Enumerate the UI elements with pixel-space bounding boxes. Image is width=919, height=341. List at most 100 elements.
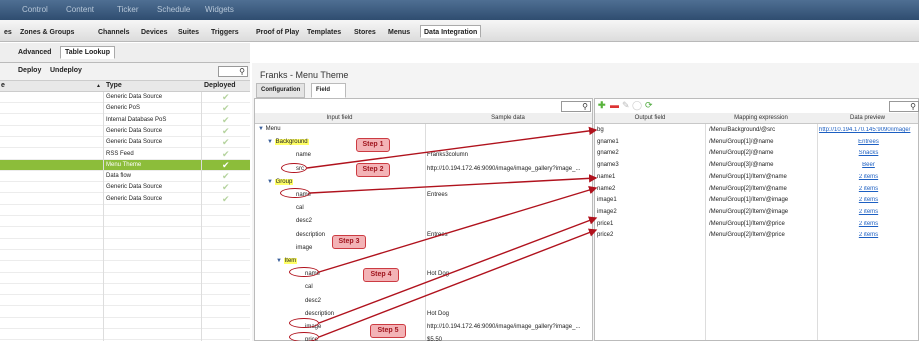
left-search-input[interactable]: ⚲ [218, 66, 248, 77]
expand-toggle-icon[interactable]: ▼ [276, 258, 284, 264]
nav-schedule[interactable]: Schedule [157, 5, 190, 14]
input-field-row[interactable]: name [276, 152, 311, 158]
left-table-row[interactable]: Internal Database PoS ✔ [0, 115, 250, 126]
left-table-row[interactable] [0, 262, 250, 273]
output-field-name[interactable]: gname2 [597, 150, 619, 156]
clear-icon[interactable]: ◯ [632, 100, 642, 111]
input-field-row[interactable]: desc2 [285, 298, 321, 304]
expand-toggle-icon[interactable]: ▼ [267, 179, 275, 185]
header-sample-data[interactable]: Sample data [424, 115, 592, 121]
data-preview-link[interactable]: 2 items [819, 209, 918, 215]
output-field-name[interactable]: price1 [597, 221, 613, 227]
output-field-name[interactable]: gname1 [597, 139, 619, 145]
left-table-row[interactable]: Generic PoS ✔ [0, 103, 250, 115]
input-field-row[interactable]: ▼ Group [267, 178, 294, 185]
mapping-expression[interactable]: /Menu/Group[2]/Item/@price [709, 232, 785, 238]
input-field-row[interactable]: description [276, 232, 325, 238]
left-table-row[interactable] [0, 329, 250, 341]
mapping-expression[interactable]: /Menu/Group[1]/Item/@image [709, 197, 788, 203]
left-table-row[interactable]: Generic Data Source ✔ [0, 137, 250, 149]
output-field-name[interactable]: image1 [597, 197, 617, 203]
data-preview-link[interactable]: Entrees [819, 139, 918, 145]
subnav-templates[interactable]: Templates [303, 25, 345, 38]
left-table-row[interactable] [0, 318, 250, 329]
nav-ticker[interactable]: Ticker [117, 5, 138, 14]
subnav-channels[interactable]: Channels [94, 25, 134, 38]
mapping-expression[interactable]: /Menu/Group[1]/@name [709, 139, 773, 145]
left-table-row[interactable] [0, 239, 250, 250]
nav-control[interactable]: Control [22, 5, 48, 14]
subnav-suites[interactable]: Suites [174, 25, 203, 38]
tab-advanced[interactable]: Advanced [18, 49, 51, 56]
header-type[interactable]: Type [106, 82, 122, 89]
left-table-row[interactable]: RSS Feed ✔ [0, 149, 250, 160]
header-data-preview[interactable]: Data preview [817, 115, 918, 121]
output-field-name[interactable]: name2 [597, 186, 615, 192]
output-search-input[interactable]: ⚲ [889, 101, 919, 112]
input-field-row[interactable]: ▼ Item [276, 258, 298, 264]
mapping-expression[interactable]: /Menu/Background/@src [709, 127, 775, 133]
header-deployed[interactable]: Deployed [204, 82, 236, 89]
subnav-stores[interactable]: Stores [350, 25, 380, 38]
input-field-row[interactable]: image [276, 245, 312, 251]
left-table-row[interactable]: Generic Data Source ✔ [0, 194, 250, 205]
mapping-expression[interactable]: /Menu/Group[2]/Item/@name [709, 186, 787, 192]
data-preview-link[interactable]: 2 items [819, 174, 918, 180]
left-table-row[interactable]: Generic Data Source ✔ [0, 182, 250, 194]
left-table-row[interactable]: Generic Data Source ✔ [0, 92, 250, 103]
tab-configuration[interactable]: Configuration [256, 83, 306, 98]
edit-icon[interactable]: ✎ [622, 100, 630, 111]
tab-field-mapping[interactable]: Field mapping [311, 83, 346, 106]
input-field-row[interactable]: ▼ Menu [258, 126, 281, 132]
output-field-name[interactable]: image2 [597, 209, 617, 215]
expand-toggle-icon[interactable]: ▼ [258, 126, 266, 132]
left-table-row[interactable] [0, 228, 250, 239]
left-table-row[interactable] [0, 284, 250, 296]
data-preview-link[interactable]: 2 items [819, 197, 918, 203]
expand-toggle-icon[interactable]: ▼ [267, 139, 275, 145]
tab-table-lookup[interactable]: Table Lookup [60, 46, 115, 59]
subnav-menus[interactable]: Menus [384, 25, 414, 38]
left-table-row[interactable] [0, 307, 250, 318]
nav-widgets[interactable]: Widgets [205, 5, 234, 14]
output-field-name[interactable]: gname3 [597, 162, 619, 168]
mapping-expression[interactable]: /Menu/Group[2]/@name [709, 150, 773, 156]
input-field-row[interactable]: ▼ Background [267, 139, 309, 146]
output-field-name[interactable]: price2 [597, 232, 613, 238]
subnav-zones-groups[interactable]: Zones & Groups [16, 25, 78, 38]
left-table-row[interactable] [0, 273, 250, 284]
subnav-proof-of-play[interactable]: Proof of Play [252, 25, 303, 38]
mapping-expression[interactable]: /Menu/Group[3]/@name [709, 162, 773, 168]
data-preview-link[interactable]: Beer [819, 162, 918, 168]
left-table-row[interactable]: Data flow ✔ [0, 171, 250, 183]
subnav-triggers[interactable]: Triggers [207, 25, 243, 38]
header-output-field[interactable]: Output field [595, 115, 705, 121]
data-preview-link[interactable]: http://10.194.170.145:9090/image/ [819, 127, 918, 133]
left-table-row[interactable] [0, 295, 250, 307]
input-field-row[interactable]: cal [276, 205, 304, 211]
left-table-row[interactable] [0, 250, 250, 262]
left-table-row[interactable]: Generic Data Source ✔ [0, 126, 250, 137]
undeploy-button[interactable]: Undeploy [50, 67, 82, 74]
mapping-expression[interactable]: /Menu/Group[1]/Item/@name [709, 174, 787, 180]
subnav-partial[interactable]: es [0, 25, 16, 38]
left-table-row[interactable]: Menu Theme ✔ [0, 159, 250, 171]
data-preview-link[interactable]: 2 items [819, 186, 918, 192]
output-field-name[interactable]: name1 [597, 174, 615, 180]
subnav-data-integration[interactable]: Data Integration [420, 25, 482, 38]
add-icon[interactable]: ✚ [598, 100, 606, 111]
output-field-name[interactable]: bg [597, 127, 604, 133]
left-table-row[interactable] [0, 205, 250, 216]
mapping-expression[interactable]: /Menu/Group[1]/Item/@price [709, 221, 785, 227]
remove-icon[interactable]: ▬ [610, 100, 619, 110]
deploy-button[interactable]: Deploy [18, 67, 41, 74]
header-input-field[interactable]: Input field [255, 115, 424, 121]
input-field-row[interactable]: cal [285, 284, 313, 290]
header-name[interactable]: e [1, 82, 5, 89]
input-field-row[interactable]: desc2 [276, 218, 312, 224]
nav-content[interactable]: Content [66, 5, 94, 14]
left-table-row[interactable] [0, 216, 250, 228]
refresh-icon[interactable]: ⟳ [645, 100, 653, 111]
mapping-expression[interactable]: /Menu/Group[2]/Item/@image [709, 209, 788, 215]
input-search-input[interactable]: ⚲ [561, 101, 591, 112]
